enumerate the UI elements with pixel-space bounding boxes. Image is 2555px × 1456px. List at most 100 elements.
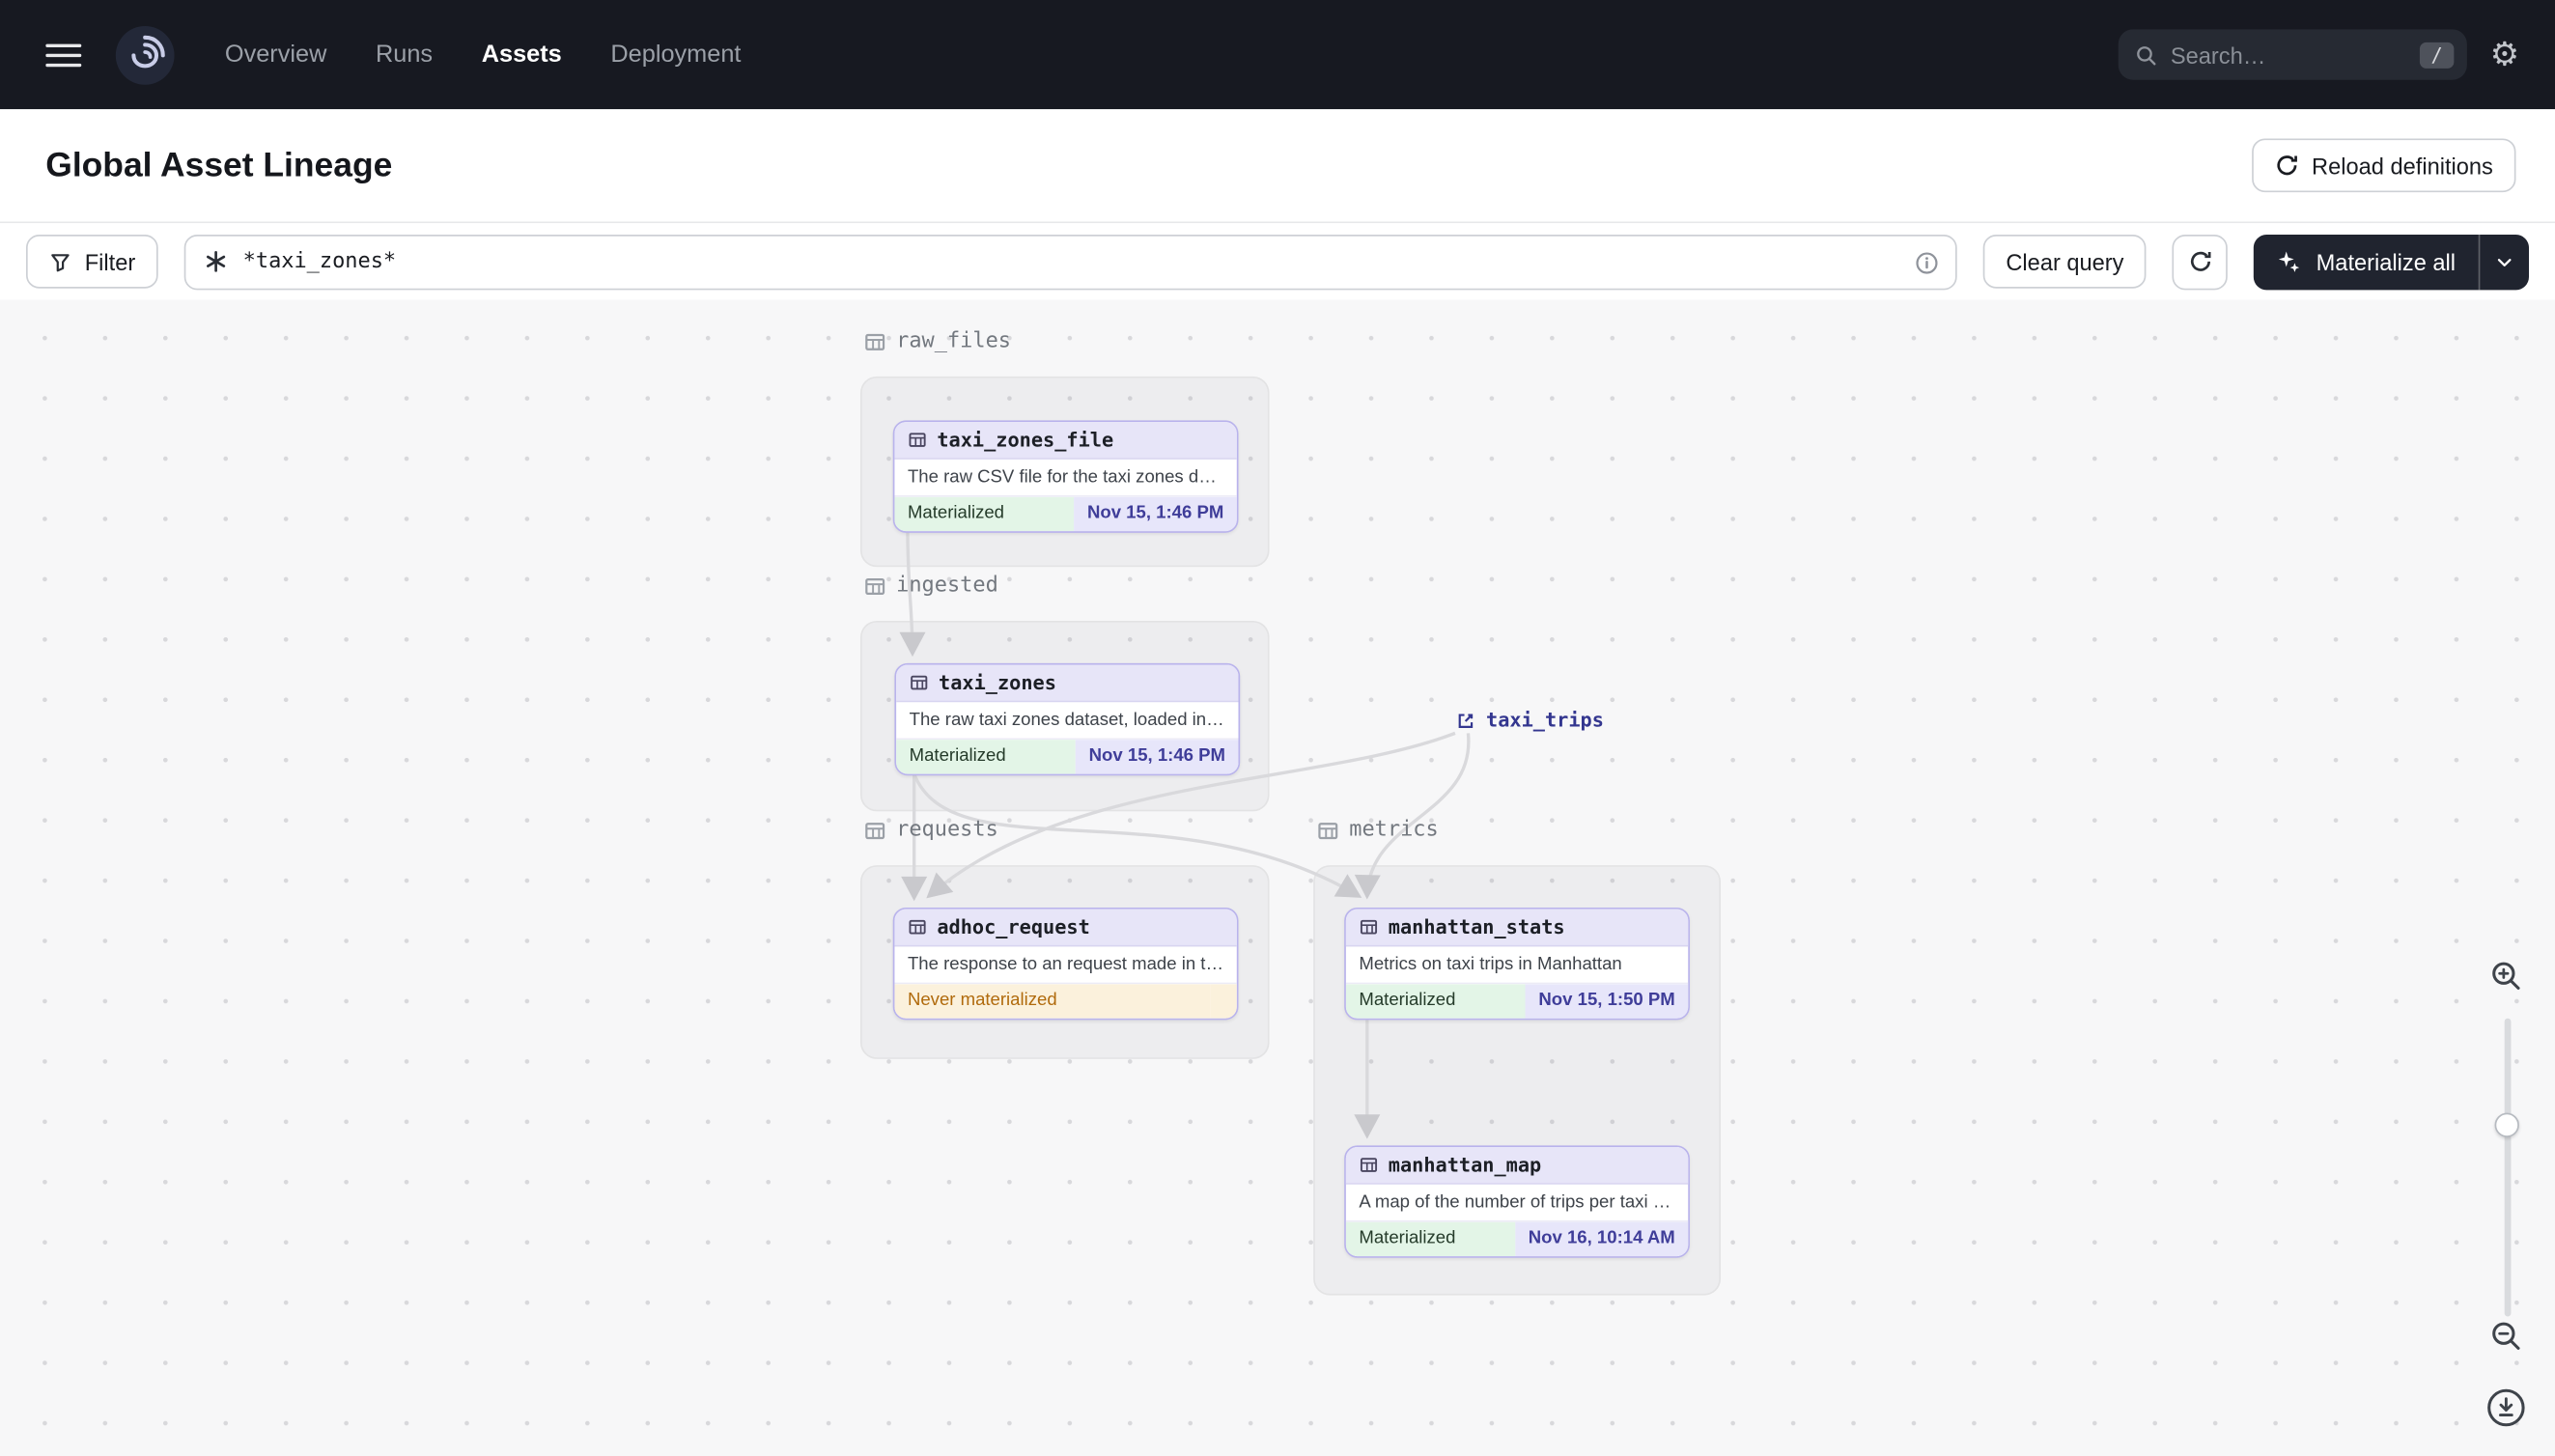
- external-asset-taxi-trips[interactable]: taxi_trips: [1455, 709, 1604, 732]
- search-shortcut-key: /: [2419, 42, 2455, 69]
- group-name: requests: [896, 818, 998, 843]
- download-icon: [2487, 1388, 2525, 1427]
- navbar-right: / ⚙: [2118, 29, 2519, 80]
- download-view-button[interactable]: [2485, 1386, 2527, 1429]
- filter-label: Filter: [84, 248, 136, 275]
- clear-query-button[interactable]: Clear query: [1982, 235, 2148, 289]
- asset-description: A map of the number of trips per taxi z.…: [1359, 1192, 1677, 1213]
- asset-description: The raw CSV file for the taxi zones dat.…: [907, 467, 1229, 488]
- group-name: ingested: [896, 574, 998, 599]
- settings-gear-icon[interactable]: ⚙: [2490, 39, 2519, 71]
- sparkle-icon: [2277, 249, 2301, 273]
- asset-node-header: manhattan_map: [1345, 1147, 1689, 1185]
- reload-definitions-label: Reload definitions: [2312, 152, 2493, 179]
- nav-runs[interactable]: Runs: [376, 41, 433, 69]
- asset-node-header: manhattan_stats: [1345, 909, 1689, 947]
- nav-assets[interactable]: Assets: [482, 41, 562, 69]
- table-icon: [1360, 1158, 1378, 1172]
- asset-name: adhoc_request: [937, 915, 1090, 938]
- search-input[interactable]: [2170, 42, 2407, 69]
- asset-node-taxi-zones[interactable]: taxi_zones The raw taxi zones dataset, l…: [894, 662, 1241, 776]
- asset-selection-input[interactable]: [183, 234, 1957, 290]
- asset-node-taxi-zones-file[interactable]: taxi_zones_file The raw CSV file for the…: [892, 420, 1239, 533]
- materialization-timestamp: Nov 16, 10:14 AM: [1515, 1221, 1689, 1257]
- lineage-toolbar: Filter Clear query Materialize all: [0, 223, 2555, 300]
- lineage-canvas[interactable]: raw_files ingested requests metrics taxi…: [0, 299, 2555, 1456]
- asset-description: The raw taxi zones dataset, loaded int..…: [909, 710, 1226, 730]
- asset-name: manhattan_map: [1388, 1153, 1542, 1177]
- group-table-icon: [865, 822, 885, 839]
- group-label-raw-files[interactable]: raw_files: [863, 329, 1011, 353]
- zoom-in-icon: [2492, 962, 2520, 990]
- asset-status-row: Never materialized: [894, 982, 1237, 1019]
- asset-status-row: Materialized Nov 15, 1:50 PM: [1345, 982, 1689, 1019]
- table-icon: [909, 433, 926, 447]
- asset-name: taxi_zones_file: [937, 428, 1114, 452]
- dagster-logo[interactable]: [114, 23, 176, 85]
- asset-description: The response to an request made in th...: [907, 954, 1231, 975]
- group-table-icon: [1318, 822, 1338, 839]
- materialize-split-button: Materialize all: [2254, 234, 2529, 290]
- asset-status-row: Materialized Nov 15, 1:46 PM: [894, 495, 1237, 532]
- asset-node-adhoc-request[interactable]: adhoc_request The response to an request…: [892, 907, 1239, 1021]
- refresh-icon: [2274, 154, 2298, 178]
- group-name: metrics: [1349, 818, 1439, 843]
- status-label: Materialized: [894, 496, 1075, 532]
- filter-button[interactable]: Filter: [26, 235, 158, 289]
- table-icon: [909, 919, 926, 935]
- external-link-icon: [1458, 713, 1474, 728]
- page-header: Global Asset Lineage Reload definitions: [0, 109, 2555, 224]
- zoom-out-icon: [2492, 1322, 2520, 1350]
- clear-query-label: Clear query: [2006, 248, 2124, 275]
- status-label: Materialized: [1345, 1221, 1516, 1257]
- lineage-edges: [899, 529, 1471, 1139]
- zoom-slider[interactable]: [2504, 1018, 2512, 1317]
- group-label-requests[interactable]: requests: [863, 818, 998, 843]
- materialization-timestamp: Nov 15, 1:46 PM: [1076, 740, 1239, 774]
- nav-deployment[interactable]: Deployment: [610, 41, 741, 69]
- group-name: raw_files: [896, 328, 1012, 354]
- primary-nav: Overview Runs Assets Deployment: [225, 41, 742, 69]
- asset-node-header: taxi_zones: [896, 664, 1239, 703]
- menu-hamburger-icon[interactable]: [36, 32, 91, 77]
- asset-name: manhattan_stats: [1388, 915, 1565, 938]
- materialization-timestamp: Nov 15, 1:50 PM: [1525, 984, 1689, 1019]
- refresh-graph-button[interactable]: [2173, 234, 2229, 290]
- page-title: Global Asset Lineage: [45, 146, 393, 183]
- asset-status-row: Materialized Nov 15, 1:46 PM: [896, 738, 1239, 774]
- zoom-in-button[interactable]: [2488, 958, 2524, 994]
- table-icon: [911, 675, 928, 690]
- filter-funnel-icon: [49, 250, 72, 273]
- group-label-metrics[interactable]: metrics: [1317, 818, 1439, 842]
- zoom-slider-handle[interactable]: [2494, 1112, 2519, 1137]
- query-input[interactable]: [242, 249, 1897, 274]
- group-table-icon: [865, 333, 885, 350]
- asset-node-manhattan-stats[interactable]: manhattan_stats Metrics on taxi trips in…: [1344, 907, 1690, 1021]
- materialization-timestamp: Nov 15, 1:46 PM: [1074, 496, 1237, 532]
- external-asset-name: taxi_trips: [1486, 709, 1604, 732]
- asset-node-manhattan-map[interactable]: manhattan_map A map of the number of tri…: [1344, 1145, 1690, 1258]
- materialization-timestamp: [1210, 984, 1237, 1019]
- asset-status-row: Materialized Nov 16, 10:14 AM: [1345, 1219, 1689, 1257]
- top-navbar: Overview Runs Assets Deployment / ⚙: [0, 0, 2555, 110]
- app-window: Overview Runs Assets Deployment / ⚙ Glob…: [0, 0, 2555, 1456]
- asset-node-header: adhoc_request: [894, 909, 1237, 947]
- table-icon: [1360, 919, 1378, 935]
- materialize-all-label: Materialize all: [2316, 248, 2457, 275]
- nav-overview[interactable]: Overview: [225, 41, 326, 69]
- search-icon: [2135, 43, 2158, 67]
- status-label: Materialized: [896, 740, 1077, 774]
- zoom-out-button[interactable]: [2488, 1318, 2524, 1354]
- materialize-options-caret[interactable]: [2478, 234, 2529, 290]
- status-label: Materialized: [1345, 984, 1526, 1019]
- asset-node-header: taxi_zones_file: [894, 422, 1237, 460]
- asset-description: Metrics on taxi trips in Manhattan: [1359, 954, 1622, 975]
- reload-definitions-button[interactable]: Reload definitions: [2251, 138, 2516, 193]
- global-search-box[interactable]: /: [2118, 29, 2467, 80]
- group-table-icon: [865, 577, 885, 595]
- materialize-all-button[interactable]: Materialize all: [2254, 234, 2478, 289]
- asset-name: taxi_zones: [939, 671, 1056, 694]
- asset-graph-icon: [204, 249, 228, 273]
- info-icon[interactable]: [1915, 250, 1939, 274]
- group-label-ingested[interactable]: ingested: [863, 574, 998, 599]
